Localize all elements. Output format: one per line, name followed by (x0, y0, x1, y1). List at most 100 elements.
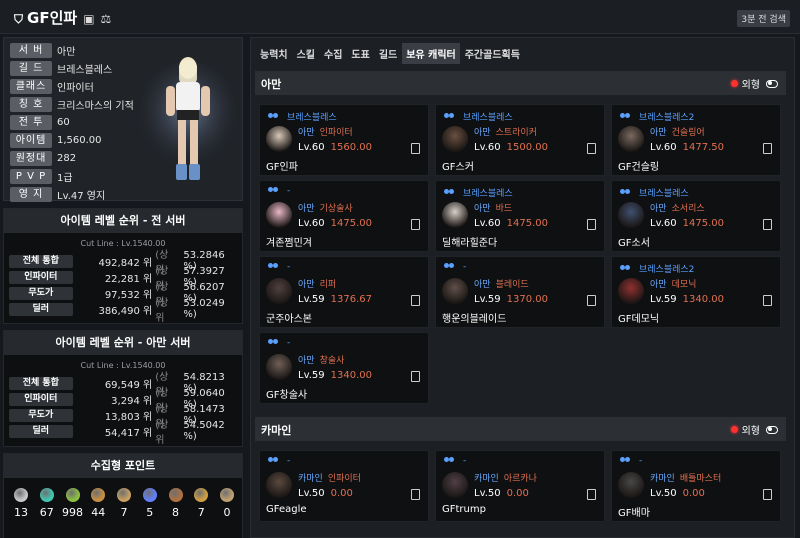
toggle-icon[interactable] (766, 79, 778, 88)
appearance-toggle[interactable]: 외형 (730, 422, 778, 437)
copy-icon[interactable] (411, 143, 420, 154)
collection-item[interactable]: 13 (10, 488, 32, 519)
character-level: Lv.59 1370.00 (474, 294, 548, 305)
profile-row: 서 버 아만 (10, 42, 75, 58)
rank-value: 386,490 위 (98, 305, 153, 317)
profile-row: 칭 호 크리스마스의 기적 (10, 96, 134, 112)
tab-5[interactable]: 길드 (375, 43, 401, 64)
great-artwork-icon (117, 488, 131, 502)
server-header: 아만 외형 (255, 71, 786, 95)
toggle-icon[interactable] (766, 425, 778, 434)
guild-members-icon (444, 457, 455, 465)
collection-item[interactable]: 998 (62, 488, 84, 519)
class-name: 리퍼 (319, 280, 337, 290)
copy-icon[interactable] (763, 219, 772, 230)
character-card[interactable]: - 아만 블레이드 Lv.59 1370.00 행운의블레이드 (435, 256, 605, 328)
character-card[interactable]: - 아만 기상술사 Lv.60 1475.00 겨존쩜민겨 (259, 180, 429, 252)
rank-label: 인파이터 (9, 392, 73, 406)
tab-6[interactable]: 보유 캐릭터 (402, 43, 460, 64)
appearance-toggle[interactable]: 외형 (730, 76, 778, 91)
copy-icon[interactable] (763, 295, 772, 306)
character-guild: - (444, 456, 466, 466)
profile-value: 1급 (57, 172, 73, 184)
character-card[interactable]: - 아만 창술사 Lv.59 1340.00 GF창술사 (259, 332, 429, 404)
character-name: GF소서 (618, 238, 650, 249)
bookmark-icon[interactable]: ⛉ (14, 12, 23, 26)
character-card[interactable]: 브레스블레스2 아만 데모닉 Lv.59 1340.00 GF데모닉 (611, 256, 781, 328)
profile-label: 클래스 (10, 78, 52, 94)
character-card[interactable]: - 카마인 배틀마스터 Lv.50 0.00 GF배마 (611, 450, 781, 522)
rank-value: 97,532 위 (104, 289, 153, 301)
id-card-icon[interactable]: ▣ (83, 12, 94, 26)
profile-label: 원정대 (10, 150, 52, 166)
rank-all-server: 아이템 레벨 순위 - 전 서버 Cut Line : Lv.1540.00 전… (3, 208, 243, 324)
collection-item[interactable]: 8 (165, 488, 187, 519)
tab-1[interactable]: 능력치 (256, 43, 292, 64)
character-card[interactable]: - 카마인 아르카나 Lv.50 0.00 GFtrump (435, 450, 605, 522)
guild-members-icon (268, 339, 279, 347)
tab-4[interactable]: 도표 (347, 43, 373, 64)
combat-level: Lv.60 (298, 142, 325, 153)
character-level: Lv.60 1475.00 (298, 218, 372, 229)
class-name: 건슬링어 (671, 128, 705, 138)
copy-icon[interactable] (587, 219, 596, 230)
combat-level: Lv.50 (298, 488, 325, 499)
character-card[interactable]: 브레스블레스2 아만 건슬링어 Lv.60 1477.50 GF건슬링 (611, 104, 781, 176)
tab-3[interactable]: 수집 (320, 43, 346, 64)
rank-label: 무도가 (9, 286, 73, 300)
character-card[interactable]: - 아만 리퍼 Lv.59 1376.67 군주아스본 (259, 256, 429, 328)
appearance-label: 외형 (741, 426, 760, 437)
profile-value: 크리스마스의 기적 (57, 100, 134, 112)
character-server: 아만 (474, 280, 491, 290)
profile-label: P V P (10, 168, 52, 184)
character-name: GFeagle (266, 504, 307, 515)
item-level: 1500.00 (506, 142, 548, 153)
profile-value: 아만 (57, 46, 76, 58)
scale-icon[interactable]: ⚖ (101, 12, 112, 26)
class-name: 아르카나 (503, 474, 537, 484)
item-level: 1475.00 (330, 218, 372, 229)
class-name: 배틀마스터 (679, 474, 722, 484)
combat-level: Lv.59 (474, 294, 501, 305)
copy-icon[interactable] (587, 489, 596, 500)
collection-item[interactable]: 67 (36, 488, 58, 519)
combat-level: Lv.60 (298, 218, 325, 229)
collection-item[interactable]: 44 (87, 488, 109, 519)
item-level: 1475.00 (682, 218, 724, 229)
collection-item[interactable]: 7 (190, 488, 212, 519)
copy-icon[interactable] (587, 143, 596, 154)
copy-icon[interactable] (587, 295, 596, 306)
profile-row: 원정대 282 (10, 150, 76, 166)
collection-item[interactable]: 0 (216, 488, 238, 519)
character-card[interactable]: 브레스블레스 아만 소서리스 Lv.60 1475.00 GF소서 (611, 180, 781, 252)
character-level: Lv.59 1340.00 (298, 370, 372, 381)
guild-name: - (287, 262, 291, 272)
rank-sub: (상위 (155, 298, 169, 324)
profile-value: 1,560.00 (57, 134, 102, 146)
collection-item[interactable]: 5 (139, 488, 161, 519)
profile-row: P V P 1급 (10, 168, 73, 184)
character-server: 카마인 (650, 474, 675, 484)
character-card[interactable]: - 카마인 인파이터 Lv.50 0.00 GFeagle (259, 450, 429, 522)
copy-icon[interactable] (763, 143, 772, 154)
character-card[interactable]: 브레스블레스 아만 스트라이커 Lv.60 1500.00 GF스커 (435, 104, 605, 176)
profile-label: 길 드 (10, 60, 52, 76)
copy-icon[interactable] (411, 371, 420, 382)
copy-icon[interactable] (411, 489, 420, 500)
class-name: 데모닉 (671, 280, 697, 290)
tab-7[interactable]: 주간골드획득 (461, 43, 524, 64)
copy-icon[interactable] (411, 219, 420, 230)
copy-icon[interactable] (763, 489, 772, 500)
collection-item[interactable]: 7 (113, 488, 135, 519)
tab-2[interactable]: 스킬 (293, 43, 319, 64)
character-card[interactable]: 브레스블레스 아만 인파이터 Lv.60 1560.00 GF인파 (259, 104, 429, 176)
character-server: 아만 (474, 128, 491, 138)
class-name: 인파이터 (319, 128, 353, 138)
copy-icon[interactable] (411, 295, 420, 306)
server-header: 카마인 외형 (255, 417, 786, 441)
profile-label: 칭 호 (10, 96, 52, 112)
guild-name: 브레스블레스 (639, 189, 689, 199)
profile-row: 영 지 Lv.47 영지 (10, 186, 105, 202)
last-search-badge[interactable]: 3분 전 검색 (737, 10, 790, 27)
character-card[interactable]: 브레스블레스 아만 바드 Lv.60 1475.00 딜해라힐준다 (435, 180, 605, 252)
